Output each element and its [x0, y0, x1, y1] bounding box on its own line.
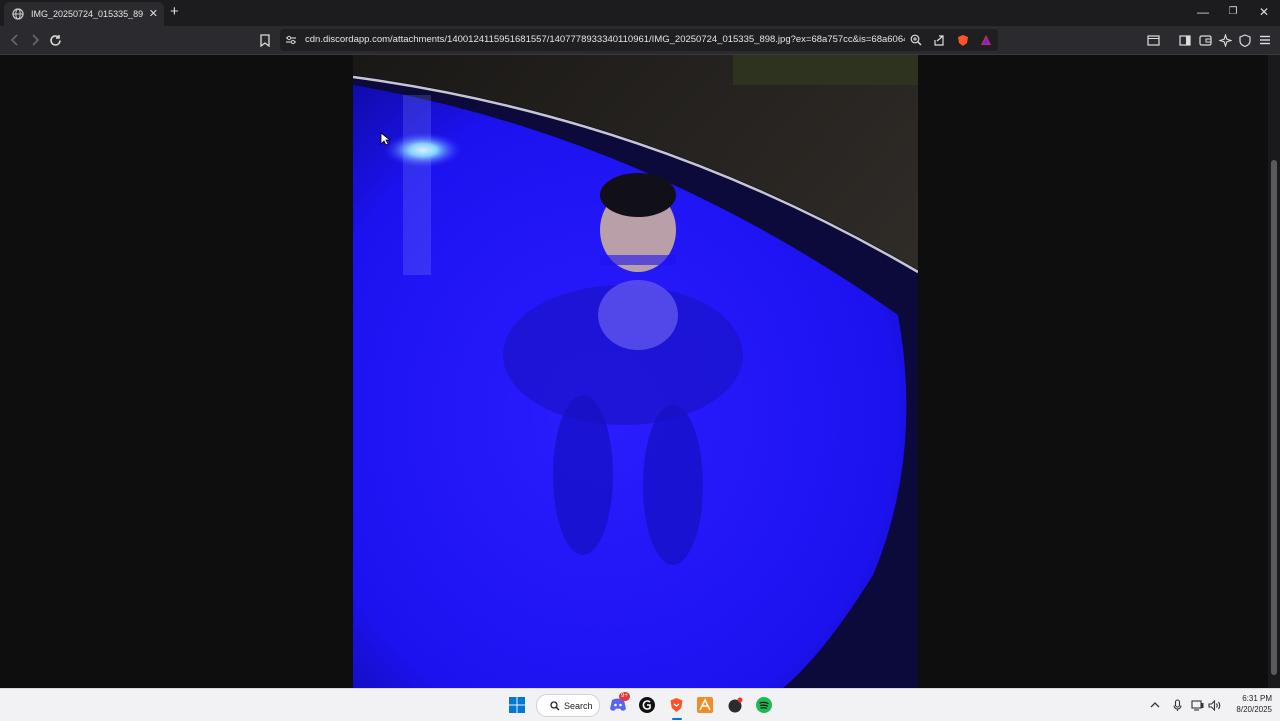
active-tab[interactable]: IMG_20250724_015335_898.jpg ✕	[4, 2, 164, 26]
address-bar[interactable]: cdn.discordapp.com/attachments/140012411…	[280, 29, 998, 51]
system-clock[interactable]: 6:31 PM 8/20/2025	[1224, 693, 1272, 715]
wallet-icon[interactable]	[1197, 32, 1213, 48]
search-label: Search	[564, 700, 593, 711]
volume-icon[interactable]	[1207, 698, 1221, 712]
search-icon	[550, 700, 560, 710]
back-icon[interactable]	[7, 32, 23, 48]
reload-icon[interactable]	[47, 32, 63, 48]
scrollbar[interactable]	[1268, 55, 1280, 688]
clock-time: 6:31 PM	[1242, 694, 1272, 703]
tab-close-icon[interactable]: ✕	[149, 7, 158, 20]
share-icon[interactable]	[931, 32, 947, 48]
brave-icon[interactable]	[666, 695, 686, 715]
scrollbar-thumb[interactable]	[1271, 160, 1277, 675]
clock-date: 8/20/2025	[1236, 705, 1272, 714]
chevron-up-icon[interactable]	[1148, 698, 1162, 712]
microphone-icon[interactable]	[1170, 698, 1184, 712]
tab-strip: IMG_20250724_015335_898.jpg ✕ + — ❐ ✕	[0, 0, 1280, 26]
tab-search-icon[interactable]	[1145, 32, 1161, 48]
brave-rewards-icon[interactable]	[978, 32, 994, 48]
network-icon[interactable]	[1190, 698, 1204, 712]
close-window-button[interactable]: ✕	[1249, 5, 1279, 19]
discord-icon[interactable]: 9+	[608, 692, 630, 715]
brave-shields-icon[interactable]	[955, 32, 971, 48]
sidebar-icon[interactable]	[1177, 32, 1193, 48]
spotify-icon[interactable]	[754, 695, 774, 715]
zoom-icon[interactable]	[908, 32, 924, 48]
grok-icon[interactable]	[637, 695, 657, 715]
restore-button[interactable]: ❐	[1218, 6, 1248, 17]
minimize-button[interactable]: —	[1188, 5, 1218, 19]
vpn-icon[interactable]	[1237, 32, 1253, 48]
leo-ai-icon[interactable]	[1217, 32, 1233, 48]
forward-icon[interactable]	[27, 32, 43, 48]
image-viewer	[0, 55, 1268, 688]
globe-icon	[11, 7, 25, 21]
app-icon-2[interactable]	[725, 695, 745, 715]
discord-badge: 9+	[619, 692, 630, 701]
url-text: cdn.discordapp.com/attachments/140012411…	[305, 34, 905, 45]
new-tab-button[interactable]: +	[170, 3, 179, 20]
site-info-icon[interactable]	[283, 32, 299, 48]
pool-photo	[353, 55, 918, 688]
windows-start-icon[interactable]	[507, 695, 527, 715]
menu-icon[interactable]	[1257, 32, 1273, 48]
bookmark-icon[interactable]	[257, 32, 273, 48]
taskbar: Search 9+ 6:31 PM 8/20/2025	[0, 688, 1280, 721]
taskbar-search[interactable]: Search	[536, 694, 600, 717]
mouse-cursor-icon	[380, 132, 390, 146]
browser-toolbar: cdn.discordapp.com/attachments/140012411…	[0, 26, 1280, 55]
app-icon[interactable]	[695, 695, 715, 715]
tab-title: IMG_20250724_015335_898.jpg	[31, 9, 143, 19]
